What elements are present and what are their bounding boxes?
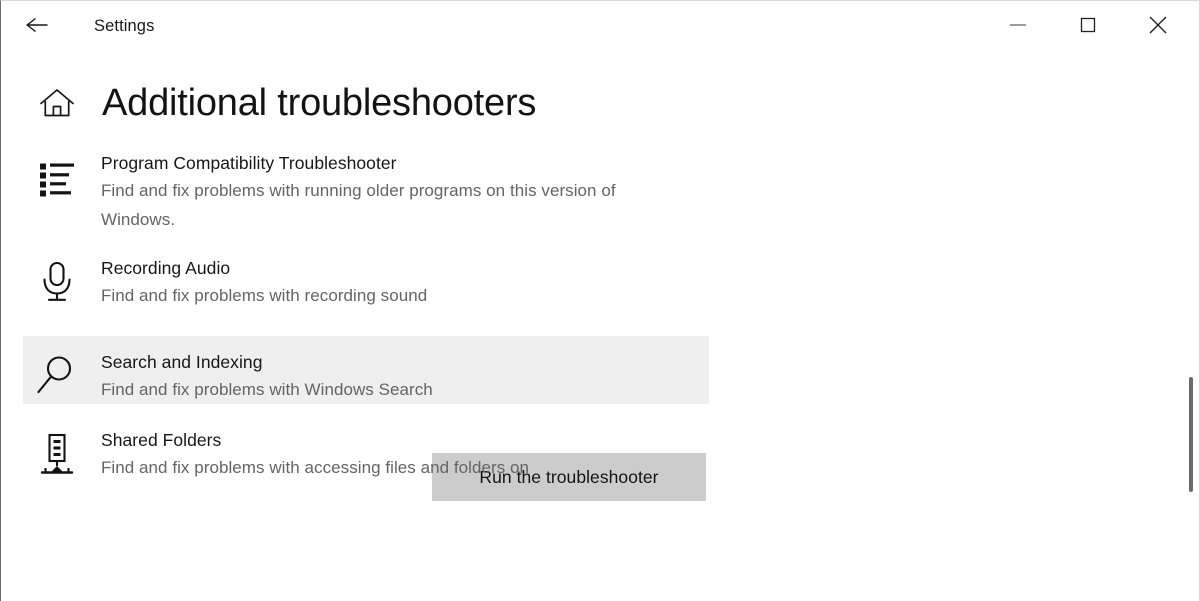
- back-arrow-icon: [24, 15, 50, 38]
- maximize-icon: [1077, 14, 1099, 36]
- title-bar: Settings: [1, 1, 1199, 55]
- window-title: Settings: [94, 17, 155, 35]
- troubleshooter-title: Search and Indexing: [101, 352, 263, 372]
- troubleshooter-title: Program Compatibility Troubleshooter: [101, 153, 397, 173]
- troubleshooter-item-search-and-indexing[interactable]: Search and Indexing Find and fix problem…: [23, 336, 709, 501]
- settings-window: Settings Additional troubleshooters Prog…: [0, 0, 1200, 601]
- microphone-icon: [34, 256, 80, 304]
- scrollbar-thumb[interactable]: [1189, 377, 1193, 492]
- close-icon: [1146, 13, 1170, 37]
- troubleshooter-item-shared-folders[interactable]: Shared Folders Find and fix problems wit…: [34, 428, 1199, 482]
- window-controls: [995, 1, 1199, 49]
- minimize-button[interactable]: [995, 1, 1041, 49]
- back-button[interactable]: [13, 5, 61, 47]
- server-icon: [34, 428, 80, 479]
- troubleshooter-description: Find and fix problems with recording sou…: [101, 286, 428, 305]
- troubleshooter-text: Search and Indexing Find and fix problem…: [80, 350, 709, 404]
- page-title: Additional troubleshooters: [102, 82, 537, 124]
- troubleshooter-item-recording-audio[interactable]: Recording Audio Find and fix problems wi…: [34, 256, 1199, 310]
- troubleshooter-description: Find and fix problems with running older…: [101, 181, 616, 229]
- troubleshooter-description: Find and fix problems with Windows Searc…: [101, 380, 433, 399]
- troubleshooter-text: Program Compatibility Troubleshooter Fin…: [80, 151, 1199, 234]
- search-icon: [34, 350, 80, 398]
- minimize-icon: [1007, 19, 1029, 31]
- scrollbar-track[interactable]: [1183, 55, 1199, 601]
- troubleshooter-title: Recording Audio: [101, 258, 231, 278]
- troubleshooter-list: Program Compatibility Troubleshooter Fin…: [1, 151, 1199, 501]
- page-content: Additional troubleshooters Program Compa…: [1, 55, 1199, 601]
- troubleshooter-item-program-compatibility[interactable]: Program Compatibility Troubleshooter Fin…: [34, 151, 1199, 234]
- troubleshooter-description: Find and fix problems with accessing fil…: [101, 458, 530, 477]
- close-button[interactable]: [1135, 1, 1181, 49]
- troubleshooter-title: Shared Folders: [101, 430, 222, 450]
- page-header: Additional troubleshooters: [1, 75, 536, 131]
- home-icon[interactable]: [34, 80, 80, 126]
- list-icon: [34, 151, 80, 197]
- maximize-button[interactable]: [1065, 1, 1111, 49]
- troubleshooter-text: Recording Audio Find and fix problems wi…: [80, 256, 1199, 310]
- troubleshooter-text: Shared Folders Find and fix problems wit…: [80, 428, 1199, 482]
